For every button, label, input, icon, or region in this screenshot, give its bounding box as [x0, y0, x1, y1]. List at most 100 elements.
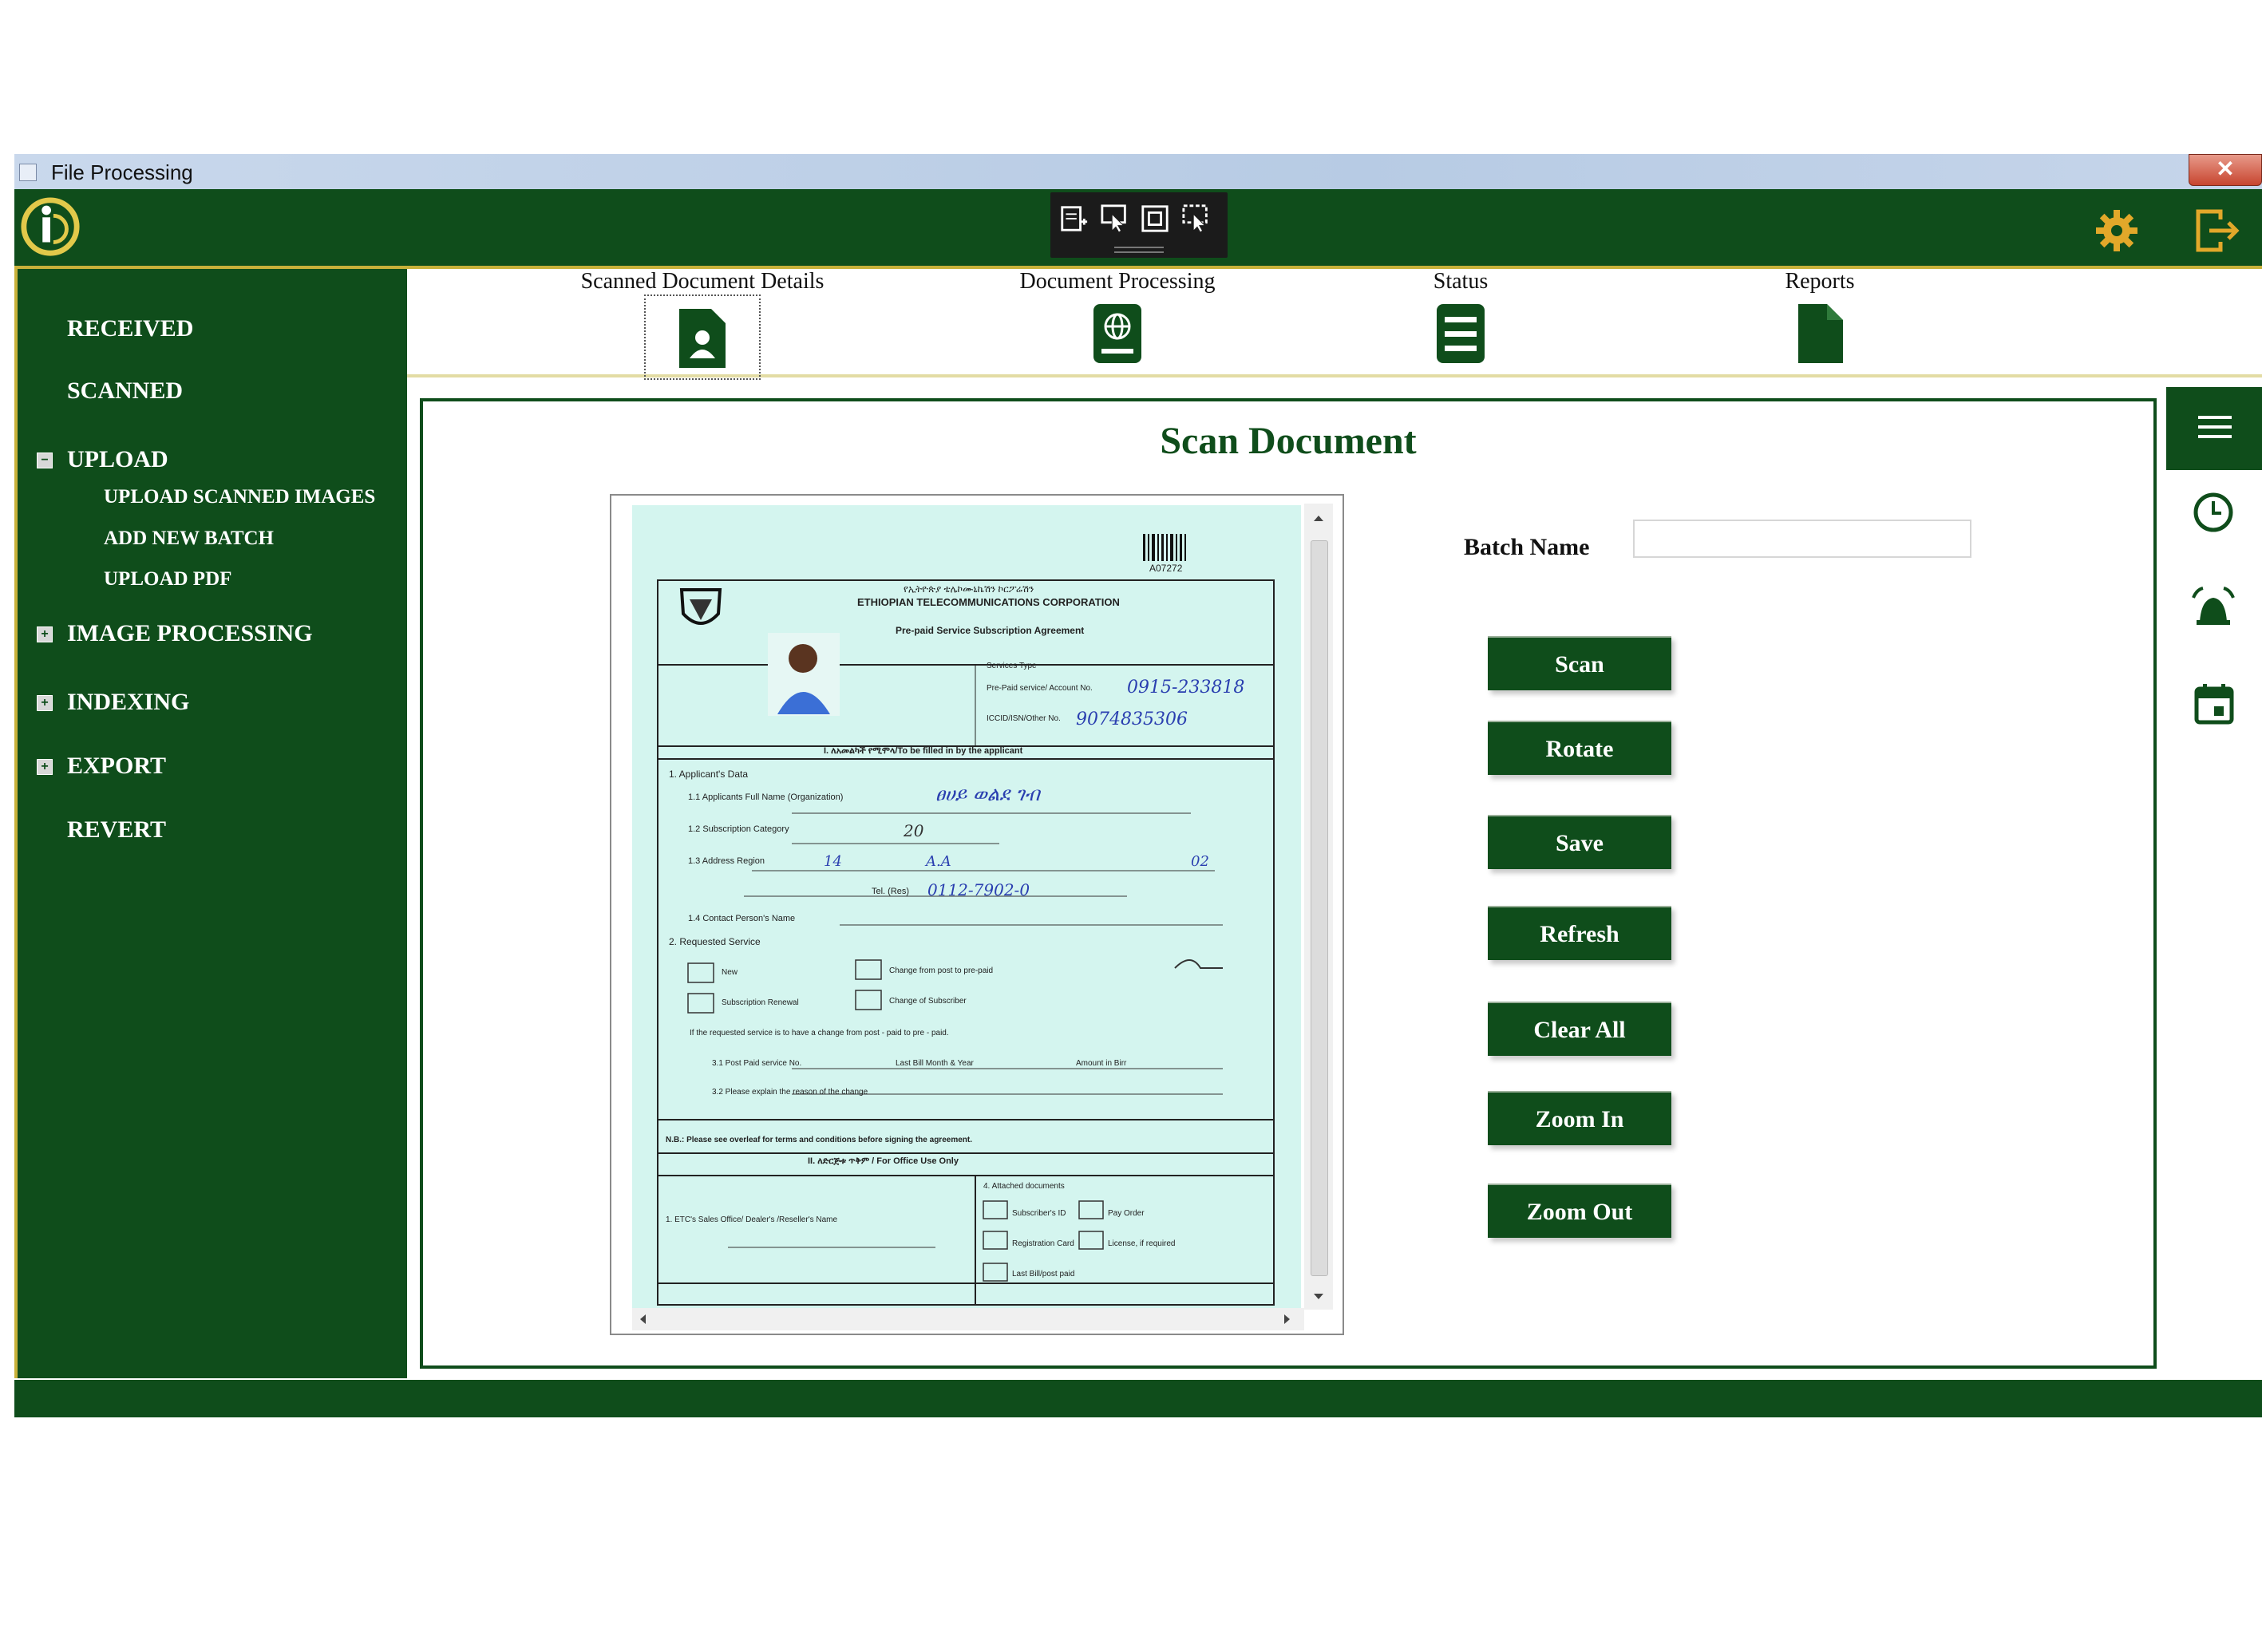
- tab-bar: Scanned Document Details Document Proces…: [407, 266, 2262, 380]
- sidebar-item-revert[interactable]: REVERT: [67, 816, 166, 844]
- menu-tab[interactable]: [2166, 387, 2262, 470]
- iccid-label: ICCID/ISN/Other No.: [987, 714, 1061, 723]
- tab-reports[interactable]: Reports: [1732, 269, 1908, 370]
- calendar-icon[interactable]: [2193, 682, 2235, 725]
- top-toolbar: [14, 189, 2262, 266]
- app-logo-icon: [21, 197, 80, 256]
- batch-name-label: Batch Name: [1464, 534, 1590, 560]
- attached-docs-label: 4. Attached documents: [983, 1182, 1065, 1191]
- horizontal-scrollbar[interactable]: [632, 1308, 1304, 1330]
- region-value: 14: [824, 853, 842, 870]
- account-value: 0915-233818: [1127, 678, 1245, 698]
- batch-name-input[interactable]: [1633, 520, 1971, 558]
- hamburger-menu-icon[interactable]: [2166, 387, 2262, 470]
- scrollbar-thumb[interactable]: [1311, 540, 1328, 1276]
- tab-document-processing[interactable]: Document Processing: [982, 269, 1253, 370]
- person-document-icon: [679, 309, 726, 368]
- renewal-option-label: Subscription Renewal: [722, 998, 799, 1007]
- nb-note: N.B.: Please see overleaf for terms and …: [666, 1136, 972, 1144]
- sidebar-item-image-processing[interactable]: IMAGE PROCESSING: [67, 620, 313, 647]
- application-window: File Processing ✕ RECEIVED SCANNED − UPL…: [14, 154, 2262, 1417]
- tab-scanned-document-details[interactable]: Scanned Document Details: [567, 269, 838, 380]
- title-bar: File Processing ✕: [14, 154, 2262, 189]
- requested-service-label: 2. Requested Service: [669, 936, 761, 947]
- close-button[interactable]: ✕: [2189, 154, 2262, 186]
- change-subscriber-label: Change of Subscriber: [889, 997, 967, 1006]
- select-pointer-icon[interactable]: [1100, 204, 1130, 234]
- file-icon: [1798, 304, 1843, 363]
- document-viewer[interactable]: A07272 የኢትዮጵያ ቴሌኮሙኒኬሽን ኮርፖሬሽን ETHIOPIAN …: [610, 494, 1344, 1335]
- tel-value: 0112-7902-0: [927, 880, 1030, 899]
- tab-label: Document Processing: [1019, 269, 1216, 294]
- barcode-number: A07272: [1149, 563, 1183, 574]
- last-bill-paid-label: Last Bill/post paid: [1012, 1270, 1075, 1279]
- refresh-button[interactable]: Refresh: [1488, 906, 1671, 960]
- sidebar-item-upload-pdf[interactable]: UPLOAD PDF: [104, 568, 231, 591]
- subscriber-id-label: Subscriber's ID: [1012, 1209, 1066, 1218]
- logout-icon[interactable]: [2193, 207, 2241, 255]
- kebele-value: 02: [1191, 853, 1209, 870]
- city-value: A.A: [926, 853, 951, 870]
- scan-document-panel: Scan Document A07272 የኢትዮጵያ ቴሌኮሙኒኬሽን ኮርፖ…: [420, 398, 2157, 1369]
- category-label: 1.2 Subscription Category: [688, 824, 789, 834]
- org-name: ETHIOPIAN TELECOMMUNICATIONS CORPORATION: [857, 596, 1120, 608]
- tab-focus-box: [644, 294, 761, 380]
- section-applicant: I. ለአመልካች የሚሞላ/To be filled in by the ap…: [824, 746, 1023, 756]
- tab-label: Reports: [1785, 269, 1855, 294]
- etc-sales-label: 1. ETC's Sales Office/ Dealer's /Reselle…: [666, 1215, 838, 1224]
- sidebar-item-upload-scanned-images[interactable]: UPLOAD SCANNED IMAGES: [104, 486, 375, 508]
- sidebar-item-indexing[interactable]: INDEXING: [67, 689, 189, 716]
- vertical-scrollbar[interactable]: [1304, 504, 1333, 1310]
- pay-order-label: Pay Order: [1108, 1209, 1145, 1218]
- sidebar-item-upload[interactable]: UPLOAD: [67, 446, 168, 473]
- scroll-up-arrow-icon[interactable]: [1304, 510, 1333, 526]
- clear-all-button[interactable]: Clear All: [1488, 1002, 1671, 1056]
- amount-label: Amount in Birr: [1076, 1059, 1127, 1068]
- iccid-value: 9074835306: [1076, 709, 1188, 729]
- registration-card-label: Registration Card: [1012, 1239, 1074, 1248]
- sidebar-item-received[interactable]: RECEIVED: [67, 315, 193, 342]
- contact-label: 1.4 Contact Person's Name: [688, 914, 796, 923]
- toolstrip-grip[interactable]: [1114, 247, 1164, 253]
- post-paid-label: 3.1 Post Paid service No.: [712, 1059, 802, 1068]
- app-window-icon: [19, 164, 37, 181]
- tab-label: Scanned Document Details: [580, 269, 825, 294]
- collapse-toggle-icon[interactable]: −: [37, 453, 53, 468]
- scroll-left-arrow-icon[interactable]: [635, 1308, 651, 1330]
- fit-frame-icon[interactable]: [1140, 204, 1170, 234]
- rotate-button[interactable]: Rotate: [1488, 721, 1671, 775]
- page-title: Scan Document: [1160, 420, 1417, 462]
- gear-icon[interactable]: [2094, 208, 2139, 253]
- full-name-label: 1.1 Applicants Full Name (Organization): [688, 792, 844, 802]
- alarm-bell-icon[interactable]: [2190, 585, 2236, 631]
- scan-region-icon[interactable]: [1058, 204, 1089, 234]
- scan-button[interactable]: Scan: [1488, 636, 1671, 690]
- crop-select-icon[interactable]: [1181, 204, 1212, 234]
- sidebar-nav: RECEIVED SCANNED − UPLOAD UPLOAD SCANNED…: [14, 266, 407, 1378]
- address-label: 1.3 Address Region: [688, 856, 765, 866]
- applicants-data-label: 1. Applicant's Data: [669, 769, 749, 780]
- license-label: License, if required: [1108, 1239, 1176, 1248]
- save-button[interactable]: Save: [1488, 815, 1671, 869]
- clock-icon[interactable]: [2192, 491, 2235, 534]
- sidebar-item-scanned[interactable]: SCANNED: [67, 377, 183, 405]
- expand-toggle-icon[interactable]: +: [37, 695, 53, 711]
- sidebar-item-export[interactable]: EXPORT: [67, 753, 166, 780]
- expand-toggle-icon[interactable]: +: [37, 626, 53, 642]
- scroll-down-arrow-icon[interactable]: [1304, 1289, 1333, 1305]
- tel-label: Tel. (Res): [872, 887, 910, 896]
- tab-status[interactable]: Status: [1373, 269, 1548, 370]
- right-side-panel: [2166, 387, 2262, 1380]
- scroll-right-arrow-icon[interactable]: [1279, 1308, 1295, 1330]
- category-value: 20: [904, 821, 924, 840]
- sidebar-item-add-new-batch[interactable]: ADD NEW BATCH: [104, 528, 274, 550]
- full-name-value: ፀሀይ ወልደ ገብ: [935, 783, 1040, 805]
- account-label: Pre-Paid service/ Account No.: [987, 684, 1093, 693]
- zoom-in-button[interactable]: Zoom In: [1488, 1091, 1671, 1145]
- globe-document-icon: [1093, 304, 1141, 363]
- reason-label: 3.2 Please explain the reason of the cha…: [712, 1088, 868, 1097]
- section-office: II. ለድርጅቱ ጥቅም / For Office Use Only: [808, 1156, 959, 1166]
- expand-toggle-icon[interactable]: +: [37, 759, 53, 775]
- status-bar: [14, 1380, 2262, 1417]
- zoom-out-button[interactable]: Zoom Out: [1488, 1184, 1671, 1238]
